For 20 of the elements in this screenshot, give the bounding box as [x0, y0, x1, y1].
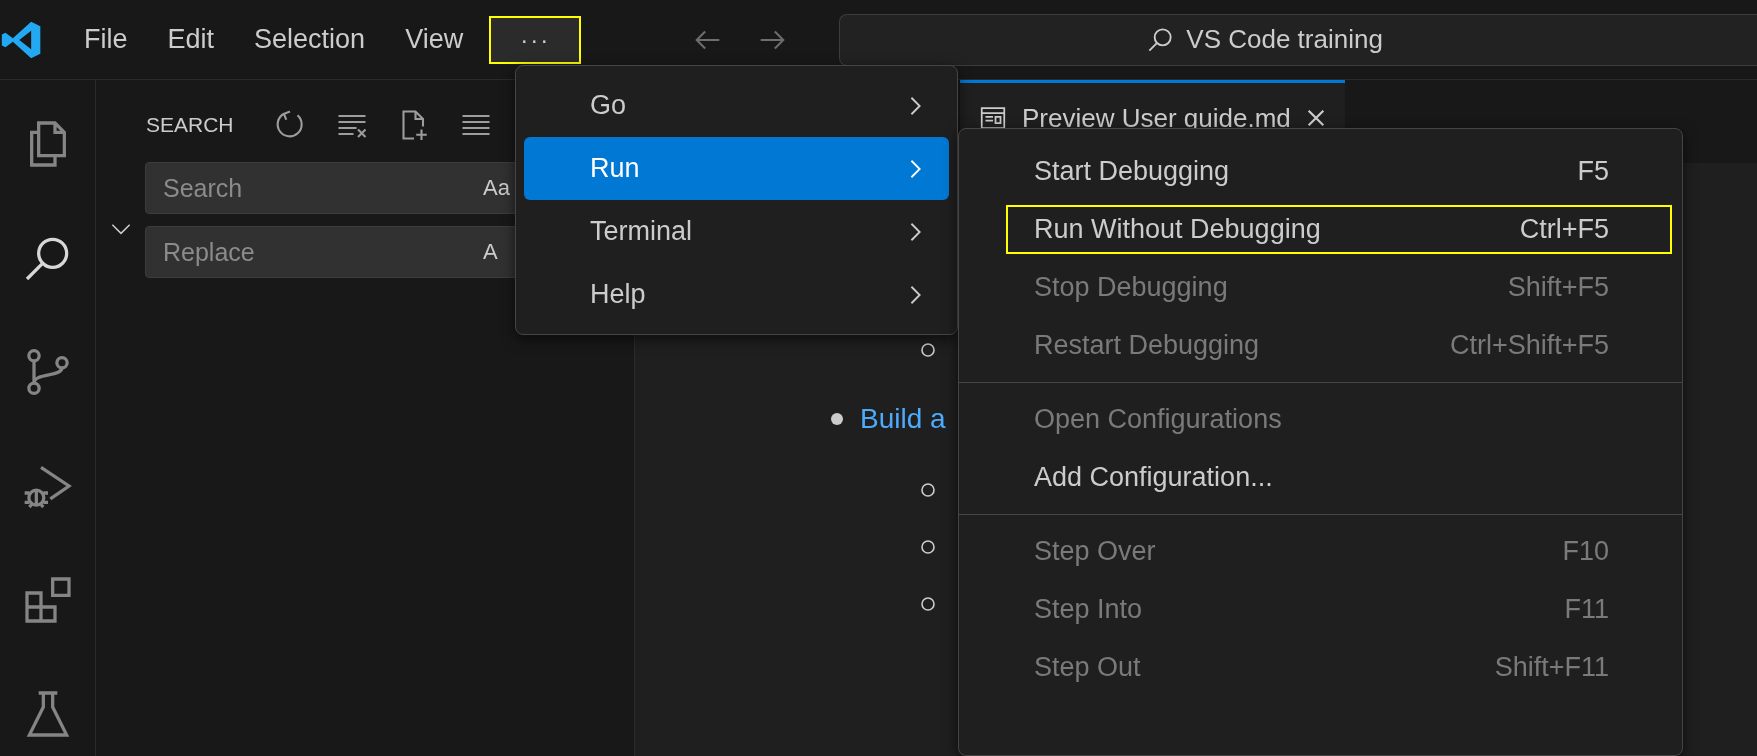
menu-item[interactable]: Run [524, 137, 949, 200]
menu-bar-item[interactable]: Selection [234, 24, 386, 55]
toggle-label[interactable]: Aa [483, 175, 510, 201]
list-bullet-icon [920, 538, 936, 555]
toggle-label[interactable]: A [483, 239, 498, 265]
menu-bar-item[interactable]: Edit [147, 24, 235, 55]
menu-item[interactable]: Run Without Debugging Ctrl+F5 [1006, 205, 1672, 254]
command-center-field[interactable]: VS Code training [839, 13, 1757, 66]
list-bullet-icon [830, 411, 844, 426]
more-menu-button[interactable]: ··· [489, 15, 582, 64]
sidebar-title: SEARCH [146, 113, 235, 137]
command-center-text: VS Code training [1186, 24, 1383, 55]
list-bullet-icon [920, 481, 936, 498]
menu-item[interactable]: Add Configuration... [1006, 453, 1672, 502]
menu-bar-item[interactable]: File [64, 24, 148, 55]
list-bullet-icon [920, 341, 936, 358]
menu-item[interactable]: Go [524, 74, 949, 137]
link[interactable]: Build a [860, 402, 946, 435]
list-bullet-icon [920, 595, 936, 612]
menu-bar-item[interactable]: View [385, 24, 484, 55]
